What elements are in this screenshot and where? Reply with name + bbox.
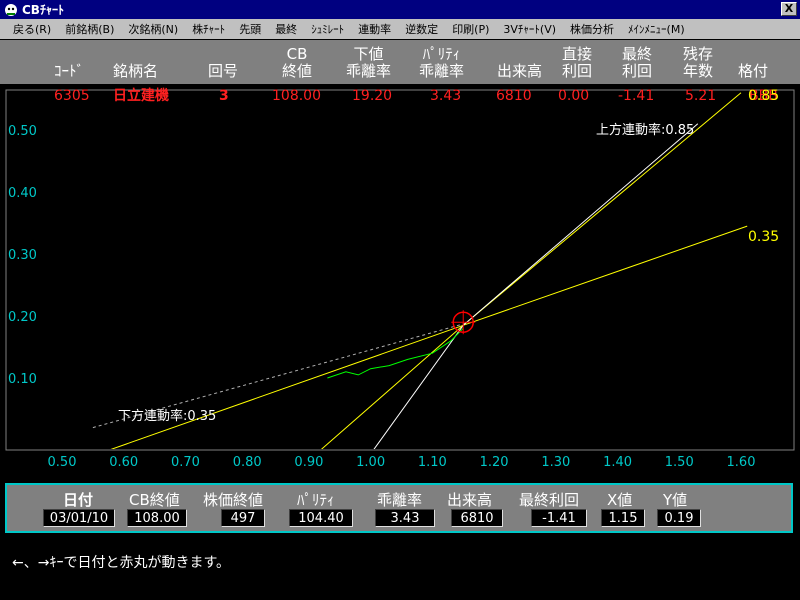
deviation-value: 3.43 [375, 509, 435, 527]
line-label-085: 0.85 [748, 88, 779, 104]
upper-linkage-annotation: 上方連動率:0.85 [596, 122, 694, 138]
row-final-yield: -1.41 [618, 88, 654, 104]
stock-close-label: 株価終値 [203, 491, 264, 509]
x-tick-label: 1.60 [727, 455, 756, 470]
row-direct-yield: 0.00 [558, 88, 589, 104]
row-issue: 3 [219, 88, 229, 104]
stock-close-value: 497 [221, 509, 265, 527]
app-icon [5, 3, 17, 16]
menu-stock-chart[interactable]: 株ﾁｬｰﾄ [185, 21, 232, 37]
header-rating: 格付 [738, 62, 769, 80]
line-label-035: 0.35 [748, 229, 779, 245]
header-parity-dev: ﾊﾟﾘﾃｨ 乖離率 [419, 45, 465, 80]
x-value-label: X値 [607, 491, 633, 509]
menu-prev-issue[interactable]: 前銘柄(B) [58, 21, 121, 37]
x-tick-label: 1.30 [541, 455, 570, 470]
menu-print[interactable]: 印刷(P) [445, 21, 496, 37]
date-label: 日付 [63, 491, 94, 509]
final-yield-value: -1.41 [531, 509, 587, 527]
x-tick-label: 1.10 [418, 455, 447, 470]
x-tick-label: 0.50 [48, 455, 77, 470]
y-value-label: Y値 [663, 491, 688, 509]
menu-simulate[interactable]: ｼｭﾐﾚｰﾄ [304, 21, 351, 37]
x-tick-label: 1.40 [603, 455, 632, 470]
y-tick-label: 0.20 [8, 310, 37, 325]
x-value: 1.15 [601, 509, 645, 527]
menu-bar: 戻る(R) 前銘柄(B) 次銘柄(N) 株ﾁｬｰﾄ 先頭 最終 ｼｭﾐﾚｰﾄ 連… [0, 19, 800, 39]
close-button[interactable]: X [781, 2, 797, 16]
row-code: 6305 [54, 88, 90, 104]
x-tick-label: 1.00 [356, 455, 385, 470]
x-tick-label: 0.90 [294, 455, 323, 470]
chart-svg: 6305 日立建機 3 108.00 19.20 3.43 6810 0.00 … [0, 84, 800, 472]
lower-linkage-annotation: 下方連動率:0.35 [118, 408, 216, 424]
parity-label: ﾊﾟﾘﾃｨ [297, 491, 335, 509]
menu-last[interactable]: 最終 [268, 21, 304, 37]
info-panel: 日付 03/01/10 CB終値 108.00 株価終値 497 ﾊﾟﾘﾃｨ 1… [5, 483, 793, 533]
menu-inverse[interactable]: 逆数定 [398, 21, 445, 37]
x-tick-label: 0.60 [109, 455, 138, 470]
menu-first[interactable]: 先頭 [232, 21, 268, 37]
y-tick-label: 0.50 [8, 124, 37, 139]
parity-value: 104.40 [289, 509, 353, 527]
menu-next-issue[interactable]: 次銘柄(N) [121, 21, 185, 37]
y-tick-label: 0.40 [8, 186, 37, 201]
date-value: 03/01/10 [43, 509, 115, 527]
row-cb-close: 108.00 [272, 88, 321, 104]
header-cb-close: CB 終値 [282, 45, 313, 80]
x-tick-label: 1.20 [480, 455, 509, 470]
menu-3v-chart[interactable]: 3Vﾁｬｰﾄ(V) [496, 21, 563, 37]
final-yield-label: 最終利回 [519, 491, 580, 509]
header-remain-years: 残存 年数 [683, 45, 714, 80]
y-tick-label: 0.30 [8, 248, 37, 263]
header-volume: 出来高 [497, 62, 543, 80]
cb-close-label: CB終値 [129, 491, 180, 509]
header-final-yield: 最終 利回 [622, 45, 653, 80]
x-tick-label: 1.50 [665, 455, 694, 470]
row-remain-years: 5.21 [685, 88, 716, 104]
menu-stock-analysis[interactable]: 株価分析 [563, 21, 621, 37]
row-volume: 6810 [496, 88, 532, 104]
menu-back[interactable]: 戻る(R) [6, 21, 58, 37]
x-tick-label: 0.70 [171, 455, 200, 470]
header-direct-yield: 直接 利回 [562, 45, 593, 80]
menu-main-menu[interactable]: ﾒｲﾝﾒﾆｭｰ(M) [621, 21, 692, 37]
title-bar: CBﾁｬｰﾄ X [0, 0, 800, 19]
column-header: ｺｰﾄﾞ 銘柄名 回号 CB 終値 下値 乖離率 ﾊﾟﾘﾃｨ 乖離率 出来高 直接 利回… [0, 40, 800, 84]
header-name: 銘柄名 [113, 62, 159, 80]
row-downside: 19.20 [352, 88, 392, 104]
y-tick-label: 0.10 [8, 372, 37, 387]
header-issue: 回号 [208, 62, 239, 80]
x-tick-label: 0.80 [233, 455, 262, 470]
header-downside: 下値 乖離率 [346, 45, 392, 80]
help-message: ←、→ｷｰで日付と赤丸が動きます。 [12, 555, 231, 571]
volume-label: 出来高 [447, 491, 493, 509]
y-value: 0.19 [657, 509, 701, 527]
menu-linkage-rate[interactable]: 連動率 [351, 21, 398, 37]
row-parity-dev: 3.43 [430, 88, 461, 104]
header-code: ｺｰﾄﾞ [54, 62, 85, 80]
cb-close-value: 108.00 [127, 509, 187, 527]
row-name: 日立建機 [113, 87, 169, 104]
deviation-label: 乖離率 [377, 491, 423, 509]
window-title: CBﾁｬｰﾄ [22, 3, 64, 17]
volume-value: 6810 [451, 509, 503, 527]
linkage-chart[interactable]: 6305 日立建機 3 108.00 19.20 3.43 6810 0.00 … [0, 84, 800, 472]
